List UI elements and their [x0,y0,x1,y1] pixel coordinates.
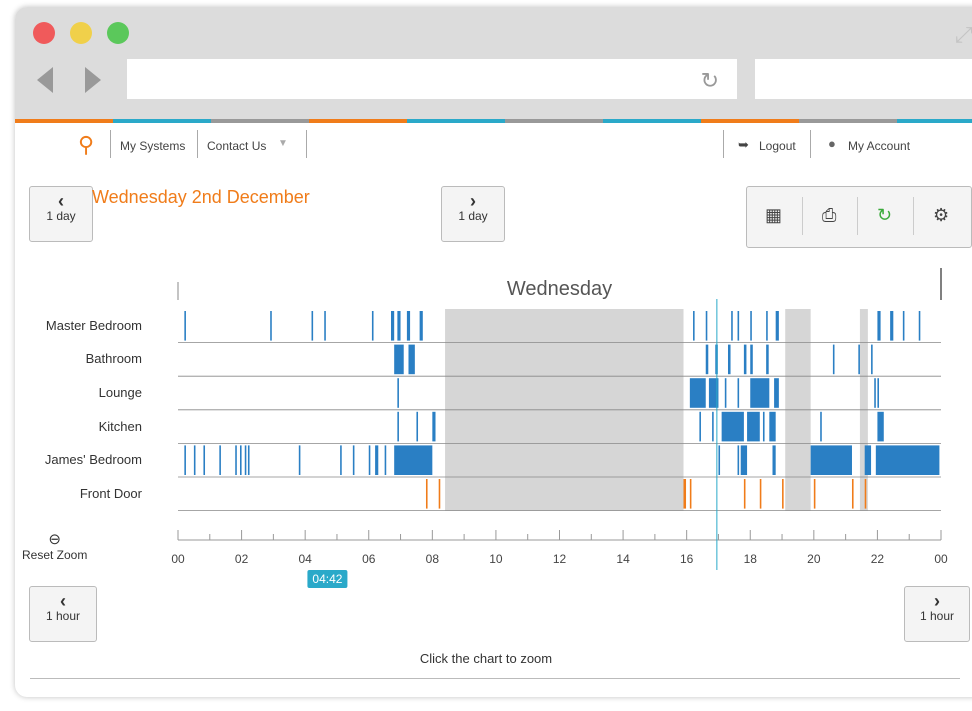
row-label: Master Bedroom [45,317,142,333]
nav-my-account[interactable]: My Account [848,139,910,153]
zoom-out-icon: ⊖ [48,531,61,548]
refresh-icon[interactable]: ↻ [877,205,892,226]
zoom-dot[interactable] [107,22,129,44]
calendar-icon[interactable]: ▦ [765,205,782,226]
prev-hour-label: 1 hour [45,609,81,623]
forward-arrow-icon[interactable] [85,67,101,93]
row-label: James' Bedroom [44,452,142,468]
browser-chrome: ⤢ ↻ [15,7,972,119]
nav-separator [306,130,307,158]
nav-separator [110,130,111,158]
toolbar-separator [913,197,914,235]
browser-window: ⤢ ↻ [15,7,972,697]
user-icon[interactable]: ● [828,136,836,151]
reload-icon[interactable]: ↻ [701,68,719,94]
nav-separator [197,130,198,158]
toolbar-separator [857,197,858,235]
row-labels: Master Bedroom Bathroom Lounge Kitchen James… [0,300,150,510]
nav-separator [810,130,811,158]
next-day-button[interactable]: › 1 day [441,186,505,242]
row-label: Lounge [98,385,142,400]
close-dot[interactable] [33,22,55,44]
chevron-right-icon: › [934,591,940,611]
toolbar-separator [802,197,803,235]
toolbar: ▦ ⎙ ↻ ⚙ [746,186,972,248]
nav-contact-us[interactable]: Contact Us [207,139,266,153]
date-title: Wednesday 2nd December [92,187,310,207]
chevron-left-icon: ‹ [58,191,64,211]
row-label: Front Door [79,485,142,501]
nav-my-systems[interactable]: My Systems [120,139,185,153]
row-label: Bathroom [85,351,142,367]
row-label: Kitchen [98,418,142,434]
prev-day-button[interactable]: ‹ 1 day [29,186,93,242]
footer-divider [30,678,960,679]
prev-day-label: 1 day [46,209,76,223]
chevron-down-icon[interactable]: ▼ [278,138,288,149]
next-hour-button[interactable]: › 1 hour [904,586,970,642]
print-icon[interactable]: ⎙ [822,205,836,226]
minimize-dot[interactable] [70,22,92,44]
top-nav: ⚲ My Systems Contact Us ▼ ➥ Logout ● My … [0,130,972,160]
search-bar[interactable] [755,59,972,99]
logo-icon[interactable]: ⚲ [78,132,94,158]
back-arrow-icon[interactable] [37,67,53,93]
nav-separator [723,130,724,158]
reset-zoom-label: Reset Zoom [22,548,88,562]
logout-icon[interactable]: ➥ [738,137,749,153]
zoom-hint: Click the chart to zoom [419,651,553,666]
prev-hour-button[interactable]: ‹ 1 hour [29,586,97,642]
gear-icon[interactable]: ⚙ [933,205,949,226]
chevron-right-icon: › [470,191,476,211]
chevron-left-icon: ‹ [60,591,66,611]
url-bar[interactable]: ↻ [127,59,737,99]
color-stripe [15,119,972,123]
next-day-label: 1 day [458,209,488,223]
reset-zoom-button[interactable]: ⊖ Reset Zoom [22,530,87,562]
nav-logout[interactable]: Logout [759,139,796,153]
expand-icon[interactable]: ⤢ [955,22,972,48]
next-hour-label: 1 hour [919,609,955,623]
